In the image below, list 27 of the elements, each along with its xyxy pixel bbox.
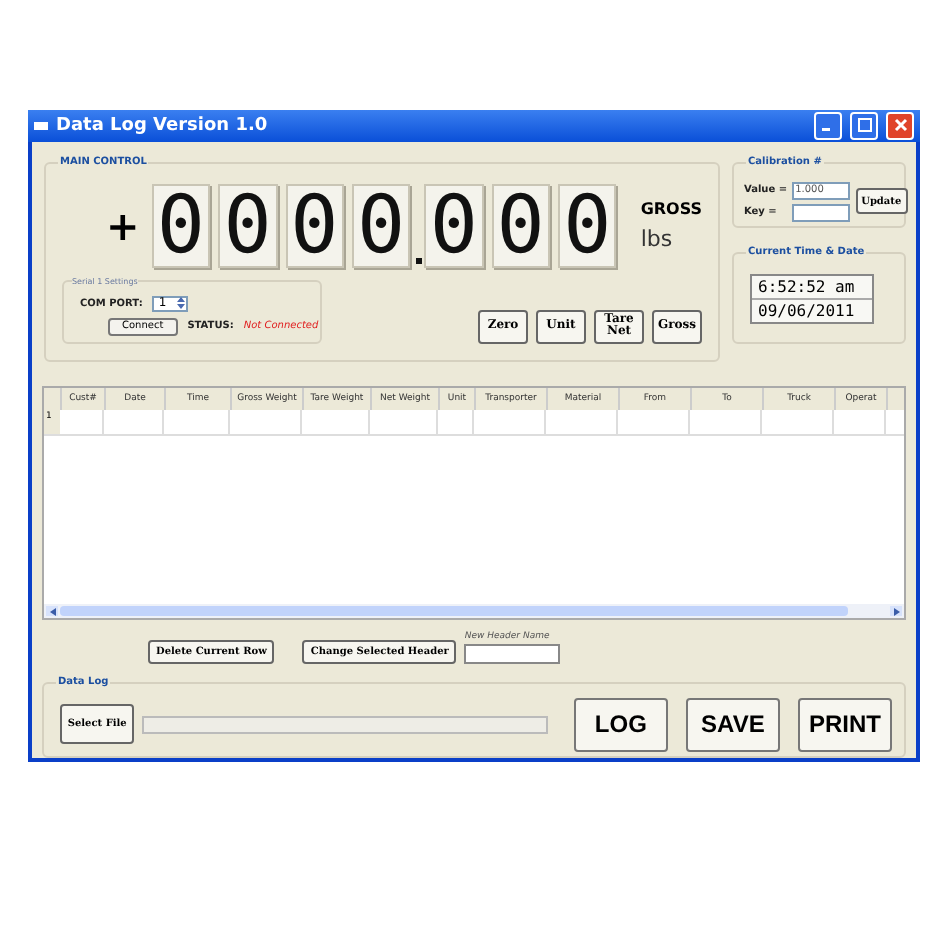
digit-display: 0 [491,183,550,268]
scroll-left-icon[interactable] [46,606,58,617]
window-title: Data Log Version 1.0 [56,115,270,136]
action-button[interactable]: SAVE [685,697,780,752]
action-button[interactable]: LOG [573,697,668,752]
date-display: 09/06/2011 [756,299,857,322]
digit-display: 0 [218,183,278,268]
scroll-right-icon[interactable] [890,606,902,617]
digit-display: 0 [424,183,484,268]
horizontal-scrollbar[interactable] [44,604,904,619]
digit-display: 0 [151,183,211,268]
sign-label: + [106,201,140,250]
close-button[interactable] [886,111,914,140]
digit-display: 0 [557,183,617,268]
mode-label: GROSS [640,199,703,218]
digit-display: 0 [351,183,411,268]
close-icon [893,118,907,133]
key-field[interactable] [791,203,850,222]
time-display: 6:52:52 am [752,275,872,300]
maximize-icon [857,118,871,133]
window-icon [34,121,48,130]
minimize-button[interactable] [814,111,842,140]
action-button[interactable]: PRINT [797,697,892,752]
unit-label: lbs [640,225,675,252]
maximize-button[interactable] [850,111,878,140]
new-header-field[interactable] [464,644,561,665]
digit-display: 0 [285,183,344,268]
